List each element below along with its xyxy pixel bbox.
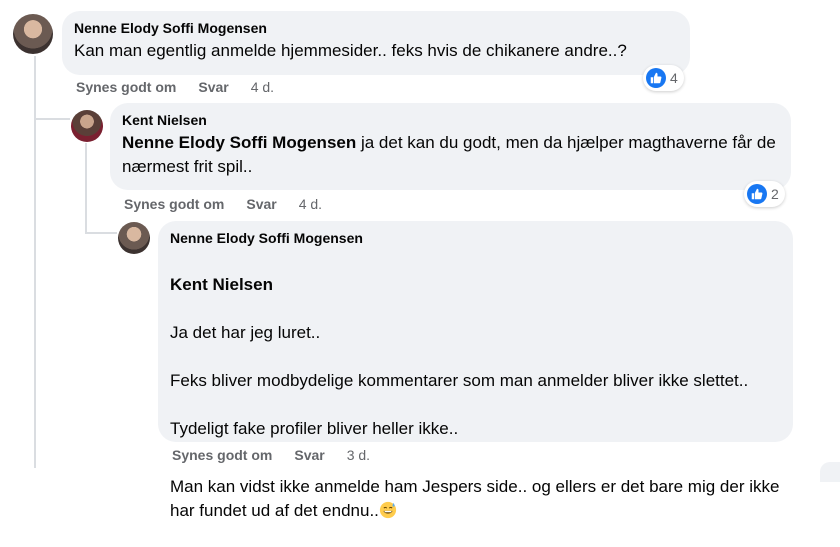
timestamp[interactable]: 4 d. [251, 79, 274, 95]
mention-link[interactable]: Kent Nielsen [170, 273, 781, 297]
comment-author[interactable]: Nenne Elody Soffi Mogensen [170, 229, 781, 247]
reaction-summary[interactable]: 4 [643, 65, 684, 91]
thread-line-connector-1 [34, 118, 70, 120]
reply-button[interactable]: Svar [294, 447, 324, 463]
like-button[interactable]: Synes godt om [76, 79, 176, 95]
comment-paragraph: Man kan vidst ikke anmelde ham Jespers s… [170, 477, 780, 520]
next-comment-bubble [820, 462, 840, 482]
comment-author[interactable]: Kent Nielsen [122, 111, 779, 129]
like-icon [747, 184, 767, 204]
comment-line: Ja det har jeg luret.. [170, 323, 321, 342]
comment-text: Kan man egentlig anmelde hjemmesider.. f… [74, 41, 627, 60]
comment-bubble-2: Kent Nielsen Nenne Elody Soffi Mogensen … [110, 103, 791, 190]
comment-author[interactable]: Nenne Elody Soffi Mogensen [74, 19, 678, 37]
avatar[interactable] [13, 14, 53, 54]
comment-text: Kent Nielsen Ja det har jeg luret.. Feks… [170, 249, 781, 547]
thread-line-connector-2 [85, 232, 117, 234]
reaction-count: 4 [670, 70, 678, 86]
avatar[interactable] [71, 110, 103, 142]
comment-bubble-1: Nenne Elody Soffi Mogensen Kan man egent… [62, 11, 690, 75]
grinning-sweat-emoji [379, 501, 396, 519]
comment-line: Feks bliver modbydelige kommentarer som … [170, 371, 749, 390]
reaction-count: 2 [771, 186, 779, 202]
comment-actions: Synes godt om Svar 4 d. [124, 196, 322, 212]
reply-button[interactable]: Svar [246, 196, 276, 212]
timestamp[interactable]: 3 d. [347, 447, 370, 463]
comment-text: Nenne Elody Soffi Mogensen ja det kan du… [122, 133, 776, 176]
like-icon [646, 68, 666, 88]
like-button[interactable]: Synes godt om [124, 196, 224, 212]
comment-actions: Synes godt om Svar 3 d. [172, 447, 370, 463]
like-button[interactable]: Synes godt om [172, 447, 272, 463]
comment-actions: Synes godt om Svar 4 d. [76, 79, 274, 95]
avatar[interactable] [118, 222, 150, 254]
reply-button[interactable]: Svar [198, 79, 228, 95]
timestamp[interactable]: 4 d. [299, 196, 322, 212]
comment-line: Tydeligt fake profiler bliver heller ikk… [170, 419, 459, 438]
comment-bubble-3: Nenne Elody Soffi Mogensen Kent Nielsen … [158, 221, 793, 520]
mention-link[interactable]: Nenne Elody Soffi Mogensen [122, 133, 356, 152]
reaction-summary[interactable]: 2 [744, 181, 785, 207]
thread-line-sub [85, 143, 87, 233]
